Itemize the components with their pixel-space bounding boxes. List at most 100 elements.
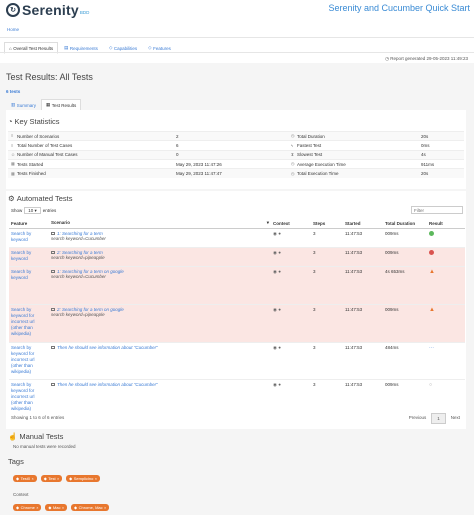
stat-row: ▦ Tests Started May 29, 2023 11:47:26 ◷ Av… <box>8 158 464 169</box>
apple-icon: ● <box>278 307 281 312</box>
list-icon: ≡ <box>11 133 14 139</box>
tag-chip[interactable]: ◆ Chrome, Mac × <box>71 504 110 511</box>
tag-icon: ◆ <box>48 505 52 510</box>
grid-icon: ▦ <box>46 102 51 107</box>
table-row: Search by keyword for incorrect url (oth… <box>9 379 465 417</box>
col-duration[interactable]: Total Duration <box>383 218 427 229</box>
col-feature[interactable]: Feature <box>9 218 49 229</box>
feature-link[interactable]: Search by keyword for incorrect url (oth… <box>9 304 49 343</box>
tag-icon: ◆ <box>69 476 73 481</box>
sort-icon: ▾ <box>266 220 269 225</box>
report-generated: ◷ Report generated 29-05-2023 11:49:23 <box>385 56 468 61</box>
tests-count[interactable]: 6 tests <box>6 89 20 94</box>
apple-icon: ● <box>278 345 281 350</box>
feature-link[interactable]: Search by keyword <box>9 228 49 248</box>
hourglass-icon: ⧗ <box>291 152 294 158</box>
logo: ↻ Serenity BDD <box>6 2 89 18</box>
list-icon: ≡ <box>11 142 14 148</box>
apple-icon: ● <box>278 231 281 236</box>
close-icon[interactable]: × <box>62 506 64 510</box>
feature-link[interactable]: Search by keyword for incorrect url (oth… <box>9 342 49 380</box>
col-context[interactable]: Context <box>271 218 311 229</box>
context-tags-row: ◆ Chrome × ◆ Mac × ◆ Chrome, Mac × <box>13 504 113 511</box>
manual-tests-message: No manual tests were recorded <box>13 444 76 449</box>
feature-link[interactable]: Search by keyword <box>9 266 49 305</box>
table-row: Search by keyword 2: Searching for a ter… <box>9 247 465 267</box>
chrome-icon: ◉ <box>273 269 277 274</box>
scenario-link[interactable]: Then he should see information about "Cu… <box>57 345 158 350</box>
feature-link[interactable]: Search by keyword <box>9 247 49 267</box>
automated-tests-heading: ⚙ Automated Tests <box>8 194 73 203</box>
close-icon[interactable]: × <box>36 506 38 510</box>
close-icon[interactable]: × <box>104 506 106 510</box>
book-icon: ▤ <box>64 45 69 50</box>
chrome-icon: ◉ <box>273 231 277 236</box>
feature-link[interactable]: Search by keyword for incorrect url (oth… <box>9 379 49 417</box>
page-1-button[interactable]: 1 <box>431 413 446 424</box>
col-scenario[interactable]: Scenario ▾ <box>49 218 271 229</box>
entries-select[interactable]: 10 ▾ <box>24 207 41 214</box>
logo-text: Serenity <box>22 2 79 18</box>
entries-selector: Show 10 ▾ entries <box>11 207 57 214</box>
tags-row: ◆ Test0 × ◆ Test × ◆ Semplicino × <box>13 475 104 482</box>
col-steps[interactable]: Steps <box>311 218 343 229</box>
home-icon: ⌂ <box>9 45 12 51</box>
user-icon: ☺ <box>11 152 16 158</box>
tag-chip[interactable]: ◆ Mac × <box>45 504 68 511</box>
clock-icon: ◷ <box>291 133 295 139</box>
tag-chip[interactable]: ◆ Semplicino × <box>66 475 100 482</box>
clock-icon: ◷ <box>291 161 295 167</box>
tag-icon: ◆ <box>74 505 78 510</box>
calendar-icon: ▦ <box>11 161 15 167</box>
logo-suffix: BDD <box>79 10 90 15</box>
table-row: Search by keyword 1: Searching for a ter… <box>9 228 465 248</box>
tag-icon: ◇ <box>108 45 113 50</box>
tag-chip[interactable]: ◆ Chrome × <box>13 504 42 511</box>
entries-info: Showing 1 to 6 of 6 entries <box>11 415 65 420</box>
next-button[interactable]: Next <box>446 413 465 424</box>
scenario-link[interactable]: Then he should see information about "Cu… <box>57 382 158 387</box>
col-result[interactable]: Result <box>427 218 465 229</box>
bar-chart-icon: ▥ <box>11 102 16 107</box>
scenario-icon <box>51 251 55 255</box>
tag-chip[interactable]: ◆ Test × <box>40 475 63 482</box>
hand-icon: ☝ <box>8 432 18 441</box>
results-heading: Test Results: All Tests <box>6 72 93 82</box>
filter-input[interactable] <box>411 206 463 214</box>
chrome-icon: ◉ <box>273 382 277 387</box>
tag-icon: ◆ <box>16 476 20 481</box>
context-label: Context <box>13 492 29 497</box>
stat-row: ▦ Tests Finished May 29, 2023 11:47:47 ◷ T… <box>8 168 464 178</box>
automated-tests-table: Feature Scenario ▾ Context Steps Started … <box>9 218 465 417</box>
stat-row: ☺ Number of Manual Test Cases 0 ⧗ Slowest … <box>8 149 464 160</box>
apple-icon: ● <box>278 382 281 387</box>
close-icon[interactable]: × <box>32 477 34 481</box>
gauge-icon: ◔ <box>8 117 13 126</box>
tag-chip[interactable]: ◆ Test0 × <box>13 475 37 482</box>
stat-row: ≡ Number of Scenarios 2 ◷ Total Duration 2… <box>8 130 464 141</box>
warning-icon: ▲ <box>429 307 435 313</box>
error-icon <box>429 250 434 255</box>
chrome-icon: ◉ <box>273 345 277 350</box>
bolt-icon: ϟ <box>291 142 294 148</box>
col-started[interactable]: Started <box>343 218 383 229</box>
tag-icon: ◆ <box>43 476 47 481</box>
stat-row: ≡ Total Number of Test Cases 6 ϟ Fastest T… <box>8 140 464 151</box>
breadcrumb-home[interactable]: Home <box>7 27 19 32</box>
manual-tests-heading: ☝ Manual Tests <box>8 432 64 441</box>
close-icon[interactable]: × <box>57 477 59 481</box>
gear-icon: ⚙ <box>8 194 15 203</box>
success-icon <box>429 231 434 236</box>
scenario-icon <box>51 308 55 312</box>
calendar-icon: ▦ <box>11 170 15 176</box>
previous-button[interactable]: Previous <box>404 413 432 424</box>
close-icon[interactable]: × <box>95 477 97 481</box>
tag-icon: ◆ <box>16 505 20 510</box>
tags-heading: Tags <box>8 457 24 466</box>
serenity-logo-icon: ↻ <box>6 3 20 17</box>
ignored-icon: ○ <box>429 382 433 388</box>
apple-icon: ● <box>278 250 281 255</box>
scenario-icon <box>51 270 55 274</box>
pagination: Previous 1 Next <box>404 413 465 424</box>
key-statistics-table: ≡ Number of Scenarios 2 ◷ Total Duration 2… <box>8 130 464 178</box>
